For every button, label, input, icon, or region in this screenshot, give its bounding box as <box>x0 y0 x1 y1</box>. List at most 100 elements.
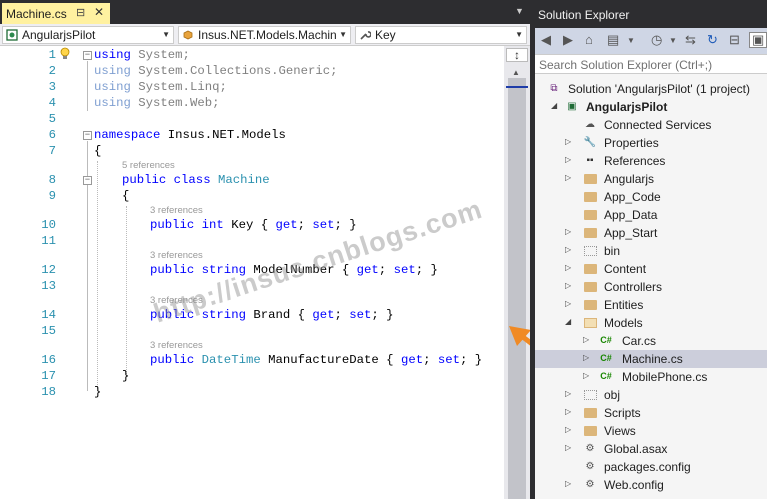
tree-item-label: Properties <box>604 136 659 150</box>
line-number: 12 <box>41 263 56 277</box>
tree-item-label: App_Start <box>604 226 658 240</box>
indent-guide <box>97 161 98 391</box>
tree-item-global-asax[interactable]: ▷ ⚙ Global.asax <box>535 440 767 458</box>
collapsed-icon[interactable]: ▷ <box>565 173 571 182</box>
collapsed-icon[interactable]: ▷ <box>583 335 589 344</box>
folder-icon <box>584 228 597 238</box>
collapse-toggle[interactable]: − <box>83 51 92 60</box>
collapsed-icon[interactable]: ▷ <box>565 137 571 146</box>
collapse-all-icon[interactable]: ⊟ <box>729 32 740 48</box>
line-number: 9 <box>48 189 56 203</box>
fold-guide <box>87 61 88 111</box>
codelens-references[interactable]: 3 references <box>150 340 203 351</box>
tree-item-app-data[interactable]: App_Data <box>535 206 767 224</box>
collapse-toggle[interactable]: − <box>83 131 92 140</box>
collapse-toggle[interactable]: − <box>83 176 92 185</box>
collapsed-icon[interactable]: ▷ <box>565 389 571 398</box>
collapsed-icon[interactable]: ▷ <box>583 353 589 362</box>
refresh-icon[interactable]: ↻ <box>707 32 718 48</box>
tree-item-web-config[interactable]: ▷ ⚙ Web.config <box>535 476 767 494</box>
folder-icon <box>584 426 597 436</box>
tab-machine-cs[interactable]: Machine.cs ⊟ ✕ <box>2 3 110 24</box>
tree-item-controllers[interactable]: ▷ Controllers <box>535 278 767 296</box>
scroll-up-icon[interactable]: ▲ <box>512 68 520 77</box>
collapsed-icon[interactable]: ▷ <box>565 443 571 452</box>
tree-item-label: Angularjs <box>604 172 655 186</box>
show-all-files-icon[interactable]: ▣ <box>749 32 767 48</box>
chevron-down-icon[interactable]: ▼ <box>627 36 635 45</box>
switch-views-icon[interactable]: ▤ <box>607 32 619 48</box>
tree-item-connected-services[interactable]: ☁ Connected Services <box>535 116 767 134</box>
collapsed-icon[interactable]: ▷ <box>565 407 571 416</box>
collapsed-icon[interactable]: ▷ <box>565 425 571 434</box>
pin-icon[interactable]: ⊟ <box>76 6 85 19</box>
tree-item-views[interactable]: ▷ Views <box>535 422 767 440</box>
class-dropdown[interactable]: Insus.NET.Models.Machin ▼ <box>178 26 351 44</box>
collapsed-icon[interactable]: ▷ <box>565 155 571 164</box>
expanded-icon[interactable]: ◢ <box>565 317 571 326</box>
split-window-icon[interactable]: ↕ <box>506 48 528 62</box>
code-line: } <box>94 385 102 399</box>
forward-icon[interactable]: ▶ <box>563 32 573 48</box>
solution-explorer-search-input[interactable]: Search Solution Explorer (Ctrl+;) <box>535 54 767 74</box>
close-icon[interactable]: ✕ <box>94 5 104 19</box>
tree-item-label: Machine.cs <box>622 352 683 366</box>
project-dropdown[interactable]: AngularjsPilot ▼ <box>2 26 174 44</box>
solution-explorer-title: Solution Explorer <box>535 0 767 28</box>
collapsed-icon[interactable]: ▷ <box>565 227 571 236</box>
tree-item-bin[interactable]: ▷ bin <box>535 242 767 260</box>
back-icon[interactable]: ◀ <box>541 32 551 48</box>
tree-item-label: Connected Services <box>604 118 712 132</box>
tree-item-car-cs[interactable]: ▷ C# Car.cs <box>535 332 767 350</box>
code-line: namespace Insus.NET.Models <box>94 128 286 142</box>
line-number: 15 <box>41 324 56 338</box>
folder-icon <box>584 264 597 274</box>
vertical-scrollbar[interactable]: ↕ ▲ <box>504 46 530 499</box>
tree-item-angularjs[interactable]: ▷ Angularjs <box>535 170 767 188</box>
config-file-icon: ⚙ <box>585 461 595 472</box>
chevron-down-icon[interactable]: ▼ <box>669 36 677 45</box>
tree-item-solution[interactable]: ⧉ Solution 'AngularjsPilot' (1 project) <box>535 80 767 98</box>
pending-changes-icon[interactable]: ◷ <box>651 32 662 48</box>
tree-item-app-code[interactable]: App_Code <box>535 188 767 206</box>
solution-icon: ⧉ <box>550 83 558 94</box>
tree-item-scripts[interactable]: ▷ Scripts <box>535 404 767 422</box>
asax-file-icon: ⚙ <box>585 443 595 454</box>
tree-item-models[interactable]: ◢ Models <box>535 314 767 332</box>
wrench-icon: 🔧 <box>583 137 597 148</box>
codelens-references[interactable]: 3 references <box>150 205 203 216</box>
csharp-file-icon: C# <box>600 353 612 363</box>
member-dropdown[interactable]: Key ▼ <box>355 26 527 44</box>
tree-item-machine-cs[interactable]: ▷ C# Machine.cs <box>535 350 767 368</box>
folder-icon <box>584 210 597 220</box>
tree-item-packages-config[interactable]: ⚙ packages.config <box>535 458 767 476</box>
tree-item-label: References <box>604 154 666 168</box>
lightbulb-icon[interactable] <box>59 47 71 61</box>
tree-item-references[interactable]: ▷ ▪▪ References <box>535 152 767 170</box>
collapsed-icon[interactable]: ▷ <box>565 281 571 290</box>
scrollbar-thumb[interactable] <box>508 78 526 499</box>
collapsed-icon[interactable]: ▷ <box>565 245 571 254</box>
codelens-references[interactable]: 5 references <box>122 160 175 171</box>
open-folder-icon <box>584 318 597 328</box>
codelens-references[interactable]: 3 references <box>150 250 203 261</box>
code-line: { <box>94 144 102 158</box>
tab-overflow-icon[interactable]: ▼ <box>515 6 524 16</box>
expanded-icon[interactable]: ◢ <box>551 101 557 110</box>
tree-item-properties[interactable]: ▷ 🔧 Properties <box>535 134 767 152</box>
tree-item-entities[interactable]: ▷ Entities <box>535 296 767 314</box>
tree-item-project[interactable]: ◢ ▣ AngularjsPilot <box>535 98 767 116</box>
tree-item-mobilephone-cs[interactable]: ▷ C# MobilePhone.cs <box>535 368 767 386</box>
tree-item-obj[interactable]: ▷ obj <box>535 386 767 404</box>
collapsed-icon[interactable]: ▷ <box>565 263 571 272</box>
web-project-icon <box>6 29 18 41</box>
home-icon[interactable]: ⌂ <box>585 32 593 47</box>
tree-item-content[interactable]: ▷ Content <box>535 260 767 278</box>
tree-item-app-start[interactable]: ▷ App_Start <box>535 224 767 242</box>
collapsed-icon[interactable]: ▷ <box>565 479 571 488</box>
sync-icon[interactable]: ⇆ <box>685 32 696 48</box>
collapsed-icon[interactable]: ▷ <box>565 299 571 308</box>
collapsed-icon[interactable]: ▷ <box>583 371 589 380</box>
line-number: 1 <box>48 48 56 62</box>
references-icon: ▪▪ <box>586 155 594 166</box>
